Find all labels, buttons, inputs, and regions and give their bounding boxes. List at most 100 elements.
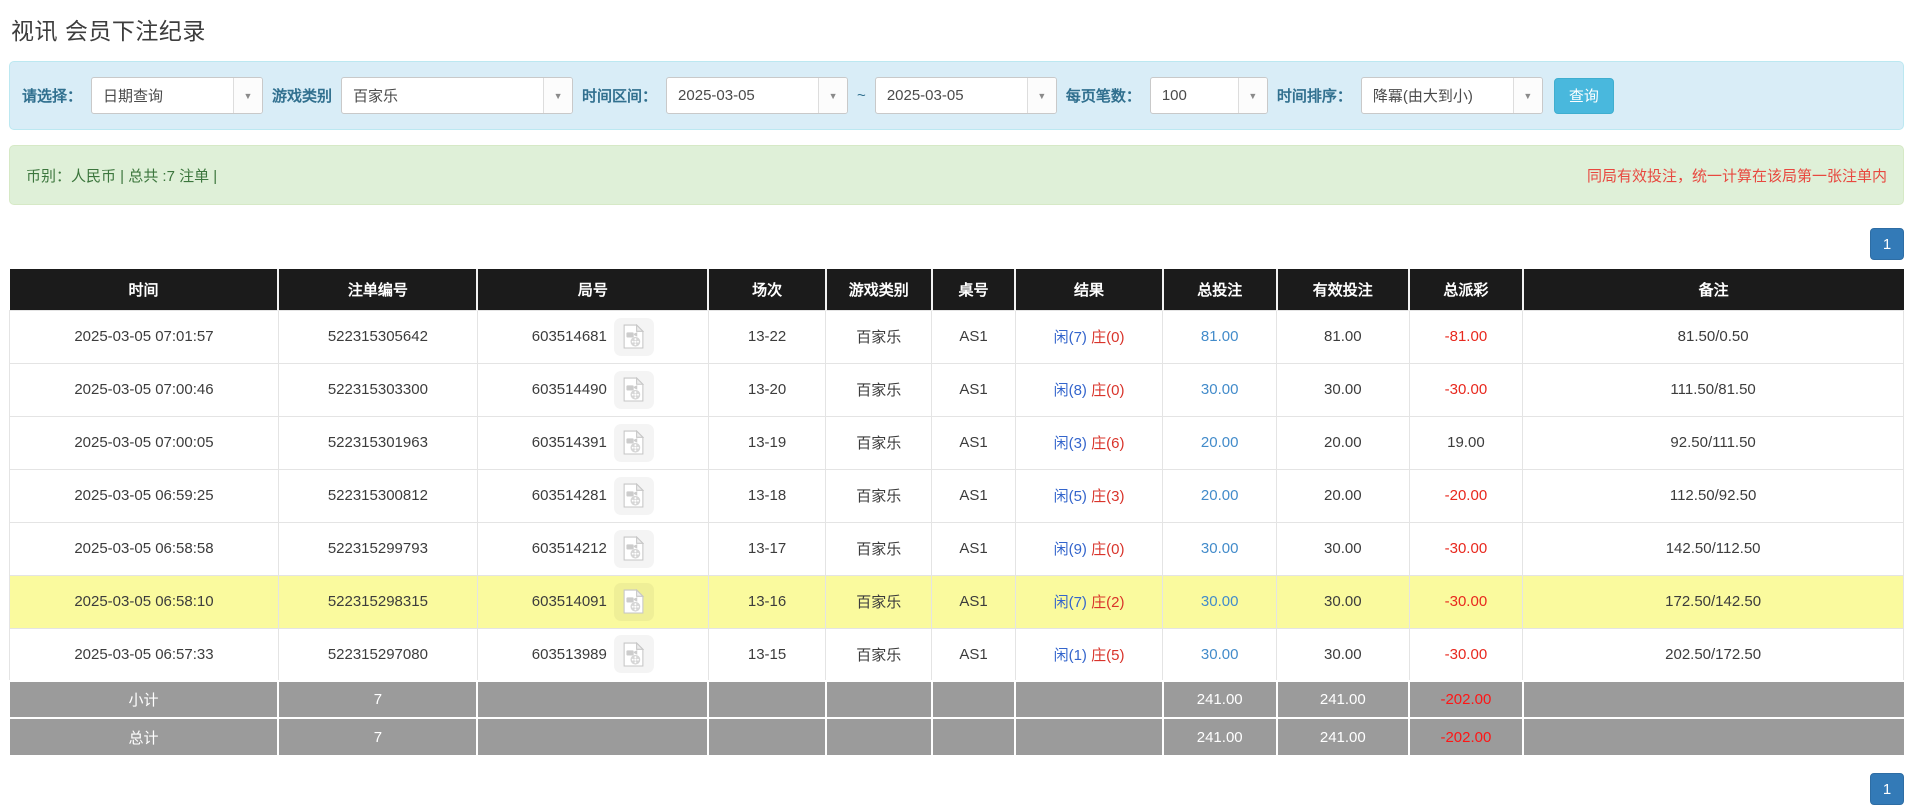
cell-session: 13-20 — [708, 363, 825, 416]
cell-payout: -20.00 — [1409, 469, 1523, 522]
result-banker: 庄(0) — [1091, 541, 1124, 558]
sort-select[interactable]: 降冪(由大到小) ▼ — [1361, 77, 1543, 114]
total-bet-link[interactable]: 30.00 — [1201, 540, 1239, 557]
summary-total-bet: 241.00 — [1163, 718, 1277, 755]
summary-bar: 币别：人民币 | 总共 :7 注单 | 同局有效投注，统一计算在该局第一张注单内 — [9, 145, 1904, 205]
cell-result: 闲(7) 庄(0) — [1015, 310, 1163, 363]
filter-bar: 请选择： 日期查询 ▼ 游戏类别 百家乐 ▼ 时间区间： 2025-03-05 … — [9, 61, 1904, 130]
col-bet-id: 注单编号 — [278, 269, 477, 310]
chevron-down-icon[interactable]: ▼ — [818, 78, 847, 113]
pagination-bottom: 1 — [9, 773, 1904, 805]
cell-total-bet: 20.00 — [1163, 416, 1277, 469]
chevron-down-icon[interactable]: ▼ — [1513, 78, 1542, 113]
summary-row: 总计 7 241.00 241.00 -202.00 — [10, 718, 1904, 755]
query-type-select[interactable]: 日期查询 ▼ — [91, 77, 263, 114]
per-page-select[interactable]: 100 ▼ — [1150, 77, 1268, 114]
cell-time: 2025-03-05 07:01:57 — [10, 310, 279, 363]
cell-round-id: 603514490 — [477, 363, 708, 416]
cell-bet-id: 522315298315 — [278, 575, 477, 628]
video-record-button[interactable] — [614, 583, 654, 621]
cell-valid-bet: 30.00 — [1277, 363, 1410, 416]
result-player: 闲(7) — [1054, 594, 1087, 611]
cell-bet-id: 522315297080 — [278, 628, 477, 681]
date-from-value: 2025-03-05 — [667, 78, 818, 113]
date-from-select[interactable]: 2025-03-05 ▼ — [666, 77, 848, 114]
date-to-select[interactable]: 2025-03-05 ▼ — [875, 77, 1057, 114]
cell-total-bet: 81.00 — [1163, 310, 1277, 363]
cell-time: 2025-03-05 06:57:33 — [10, 628, 279, 681]
result-banker: 庄(2) — [1091, 594, 1124, 611]
video-record-icon — [623, 536, 644, 561]
cell-session: 13-16 — [708, 575, 825, 628]
date-range-separator: ~ — [857, 87, 866, 104]
table-header: 时间 注单编号 局号 场次 游戏类别 桌号 结果 总投注 有效投注 总派彩 备注 — [10, 269, 1904, 310]
summary-row: 小计 7 241.00 241.00 -202.00 — [10, 681, 1904, 718]
summary-valid-bet: 241.00 — [1277, 681, 1410, 718]
cell-bet-id: 522315305642 — [278, 310, 477, 363]
chevron-down-icon[interactable]: ▼ — [543, 78, 572, 113]
cell-bet-id: 522315303300 — [278, 363, 477, 416]
cell-table-no: AS1 — [932, 628, 1015, 681]
total-bet-link[interactable]: 20.00 — [1201, 434, 1239, 451]
video-record-icon — [623, 377, 644, 402]
cell-time: 2025-03-05 07:00:46 — [10, 363, 279, 416]
video-record-button[interactable] — [614, 635, 654, 673]
cell-valid-bet: 30.00 — [1277, 628, 1410, 681]
video-record-button[interactable] — [614, 424, 654, 462]
cell-total-bet: 20.00 — [1163, 469, 1277, 522]
total-bet-link[interactable]: 30.00 — [1201, 593, 1239, 610]
chevron-down-icon[interactable]: ▼ — [1027, 78, 1056, 113]
cell-session: 13-18 — [708, 469, 825, 522]
bet-records-table: 时间 注单编号 局号 场次 游戏类别 桌号 结果 总投注 有效投注 总派彩 备注… — [9, 269, 1904, 755]
video-record-button[interactable] — [614, 318, 654, 356]
cell-remark: 172.50/142.50 — [1523, 575, 1904, 628]
cell-table-no: AS1 — [932, 310, 1015, 363]
date-to-value: 2025-03-05 — [876, 78, 1027, 113]
table-row: 2025-03-05 07:00:05 522315301963 6035143… — [10, 416, 1904, 469]
result-banker: 庄(0) — [1091, 329, 1124, 346]
cell-time: 2025-03-05 06:58:10 — [10, 575, 279, 628]
cell-bet-id: 522315301963 — [278, 416, 477, 469]
search-button[interactable]: 查询 — [1554, 78, 1614, 114]
result-banker: 庄(6) — [1091, 435, 1124, 452]
col-total-bet: 总投注 — [1163, 269, 1277, 310]
sort-label: 时间排序： — [1277, 85, 1352, 106]
game-type-select[interactable]: 百家乐 ▼ — [341, 77, 573, 114]
table-row: 2025-03-05 06:59:25 522315300812 6035142… — [10, 469, 1904, 522]
query-type-value: 日期查询 — [92, 78, 233, 113]
total-bet-link[interactable]: 81.00 — [1201, 328, 1239, 345]
summary-empty — [1015, 681, 1163, 718]
cell-table-no: AS1 — [932, 363, 1015, 416]
cell-game-type: 百家乐 — [826, 310, 932, 363]
page-1-button[interactable]: 1 — [1870, 773, 1904, 805]
chevron-down-icon[interactable]: ▼ — [1238, 78, 1267, 113]
cell-game-type: 百家乐 — [826, 522, 932, 575]
result-player: 闲(1) — [1054, 647, 1087, 664]
total-bet-link[interactable]: 30.00 — [1201, 646, 1239, 663]
result-banker: 庄(3) — [1091, 488, 1124, 505]
result-player: 闲(7) — [1054, 329, 1087, 346]
cell-round-id: 603514281 — [477, 469, 708, 522]
currency-summary-text: 币别：人民币 | 总共 :7 注单 | — [26, 165, 217, 186]
result-player: 闲(3) — [1054, 435, 1087, 452]
cell-payout: -30.00 — [1409, 628, 1523, 681]
cell-session: 13-22 — [708, 310, 825, 363]
col-time: 时间 — [10, 269, 279, 310]
video-record-button[interactable] — [614, 530, 654, 568]
summary-empty — [477, 681, 708, 718]
col-game-type: 游戏类别 — [826, 269, 932, 310]
cell-remark: 81.50/0.50 — [1523, 310, 1904, 363]
total-bet-link[interactable]: 30.00 — [1201, 381, 1239, 398]
result-player: 闲(9) — [1054, 541, 1087, 558]
video-record-button[interactable] — [614, 477, 654, 515]
page-1-button[interactable]: 1 — [1870, 228, 1904, 260]
cell-game-type: 百家乐 — [826, 628, 932, 681]
video-record-button[interactable] — [614, 371, 654, 409]
col-table-no: 桌号 — [932, 269, 1015, 310]
summary-empty — [826, 681, 932, 718]
round-id-text: 603514281 — [532, 487, 607, 504]
chevron-down-icon[interactable]: ▼ — [233, 78, 262, 113]
summary-count: 7 — [278, 718, 477, 755]
total-bet-link[interactable]: 20.00 — [1201, 487, 1239, 504]
cell-game-type: 百家乐 — [826, 416, 932, 469]
